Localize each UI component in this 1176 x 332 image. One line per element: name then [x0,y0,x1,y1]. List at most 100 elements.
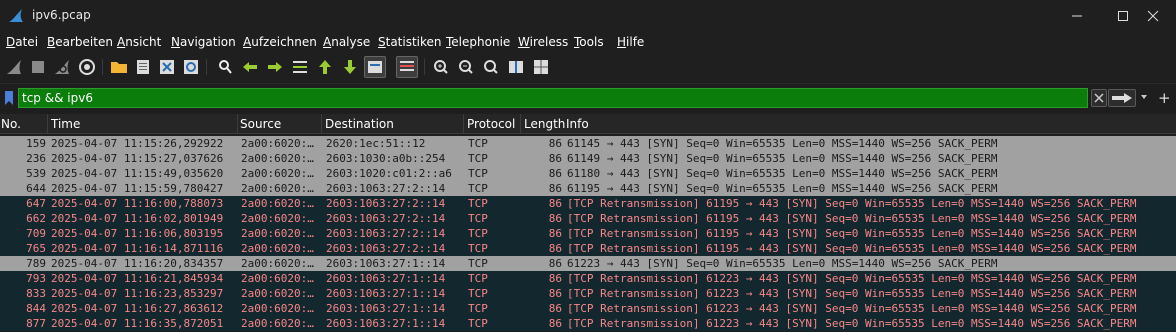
packet-time-cell: 2025-04-07 11:16:23,853297 [51,287,224,300]
packet-info-cell: [TCP Retransmission] 61195 → 443 [SYN] S… [567,227,1137,240]
bookmark-icon[interactable] [3,90,15,106]
find-packet-icon[interactable] [216,58,234,76]
column-divider[interactable] [237,114,238,134]
packet-dst-cell: 2603:1063:27:1::14 [326,257,446,270]
menu-analyse[interactable]: Analyse [323,35,370,49]
packet-src-cell: 2a00:6020:… [241,257,314,270]
minimize-button[interactable] [1054,0,1100,31]
go-last-packet-icon[interactable] [341,58,359,76]
filter-dropdown-icon[interactable] [1139,89,1151,107]
packet-row[interactable]: 709 2025-04-07 11:16:06,803195 2a00:6020:…… [0,226,1176,241]
packet-row[interactable]: 877 2025-04-07 11:16:35,872051 2a00:6020:…… [0,316,1176,331]
packet-dst-cell: 2603:1063:27:2::14 [326,227,446,240]
column-divider[interactable] [47,114,48,134]
menu-bearbeiten[interactable]: Bearbeiten [47,35,113,49]
zoom-normal-icon[interactable] [482,58,500,76]
packet-row[interactable]: 844 2025-04-07 11:16:27,863612 2a00:6020:…… [0,301,1176,316]
autoscroll-icon[interactable] [364,56,386,78]
packet-proto-cell: TCP [468,182,488,195]
restart-capture-icon[interactable] [53,58,71,76]
packet-row[interactable]: 833 2025-04-07 11:16:23,853297 2a00:6020:…… [0,286,1176,301]
zoom-out-icon[interactable] [457,58,475,76]
menu-navigation[interactable]: Navigation [171,35,236,49]
packet-time-cell: 2025-04-07 11:15:59,780427 [51,182,224,195]
packet-dst-cell: 2603:1063:27:1::14 [326,317,446,330]
packet-src-cell: 2a00:6020:… [241,302,314,315]
column-divider[interactable] [321,114,322,134]
packet-no-cell: 844 [26,302,46,315]
packet-row[interactable]: 647 2025-04-07 11:16:00,788073 2a00:6020:…… [0,196,1176,211]
packet-dst-cell: 2603:1063:27:2::14 [326,197,446,210]
folder-open-icon[interactable] [110,58,128,76]
packet-time-cell: 2025-04-07 11:16:27,863612 [51,302,224,315]
packet-no-cell: 662 [26,212,46,225]
menu-telephonie[interactable]: Telephonie [446,35,510,49]
resize-columns-icon[interactable] [507,58,525,76]
column-protocol[interactable]: Protocol [467,117,515,131]
go-to-packet-icon[interactable] [291,58,309,76]
packet-no-cell: 833 [26,287,46,300]
column-divider[interactable] [520,114,521,134]
menu-hilfe[interactable]: Hilfe [617,35,644,49]
packet-dst-cell: 2603:1063:27:2::14 [326,182,446,195]
stop-icon[interactable] [29,58,47,76]
packet-row[interactable]: 644 2025-04-07 11:15:59,780427 2a00:6020:…… [0,181,1176,196]
column-divider[interactable] [463,114,464,134]
packet-src-cell: 2a00:6020:… [241,227,314,240]
packet-row[interactable]: 765 2025-04-07 11:16:14,871116 2a00:6020:…… [0,241,1176,256]
packet-row[interactable]: 236 2025-04-07 11:15:27,037626 2a00:6020:…… [0,151,1176,166]
packet-dst-cell: 2603:1020:c01:2::a6 [326,167,452,180]
packet-info-cell: [TCP Retransmission] 61223 → 443 [SYN] S… [567,287,1137,300]
display-filter-input[interactable]: tcp && ipv6 [18,88,1088,108]
menu-tools[interactable]: Tools [574,35,604,49]
packet-no-cell: 647 [26,197,46,210]
column-length[interactable]: Length [524,117,565,131]
menu-datei[interactable]: Datei [6,35,38,49]
column-time[interactable]: Time [51,117,80,131]
colorize-packet-list-icon[interactable] [396,56,418,78]
menu-statistiken[interactable]: Statistiken [378,35,442,49]
packet-info-cell: 61149 → 443 [SYN] Seq=0 Win=65535 Len=0 … [567,152,998,165]
add-filter-button-icon[interactable]: + [1158,89,1171,107]
column-destination[interactable]: Destination [325,117,394,131]
column-source[interactable]: Source [240,117,281,131]
packet-len-cell: 86 [548,227,562,240]
column-info[interactable]: Info [566,117,589,131]
packet-row[interactable]: 662 2025-04-07 11:16:02,801949 2a00:6020:…… [0,211,1176,226]
menu-bar: Datei Bearbeiten Ansicht Navigation Aufz… [0,31,1176,53]
packet-row[interactable]: 793 2025-04-07 11:16:21,845934 2a00:6020:…… [0,271,1176,286]
close-file-icon[interactable] [158,58,176,76]
menu-ansicht[interactable]: Ansicht [117,35,161,49]
packet-dst-cell: 2620:1ec:51::12 [326,137,426,150]
column-no[interactable]: No. [1,117,21,131]
packet-len-cell: 86 [548,242,562,255]
toolbar-separator [424,59,425,75]
back-arrow-icon[interactable] [241,58,259,76]
start-capture-icon[interactable] [5,58,23,76]
packet-row[interactable]: 539 2025-04-07 11:15:49,035620 2a00:6020:…… [0,166,1176,181]
zoom-in-icon[interactable] [432,58,450,76]
packet-row[interactable]: 789 2025-04-07 11:16:20,834357 2a00:6020:…… [0,256,1176,271]
packet-len-cell: 86 [548,272,562,285]
packet-time-cell: 2025-04-07 11:16:20,834357 [51,257,224,270]
forward-arrow-icon[interactable] [266,58,284,76]
main-toolbar [0,53,1176,81]
display-filter-bar: tcp && ipv6 + [0,83,1176,111]
packet-len-cell: 86 [548,287,562,300]
file-icon[interactable] [134,58,152,76]
close-button[interactable] [1130,0,1176,31]
packet-info-cell: [TCP Retransmission] 61223 → 443 [SYN] S… [567,272,1137,285]
packet-time-cell: 2025-04-07 11:16:06,803195 [51,227,224,240]
menu-wireless[interactable]: Wireless [518,35,568,49]
reload-file-icon[interactable] [182,58,200,76]
packet-list: No. Time Source Destination Protocol Len… [0,114,1176,332]
clear-filter-icon[interactable] [1091,89,1107,107]
packet-no-cell: 644 [26,182,46,195]
go-first-packet-icon[interactable] [316,58,334,76]
packet-row[interactable]: 159 2025-04-07 11:15:26,292922 2a00:6020:…… [0,136,1176,151]
apply-filter-arrow-icon[interactable] [1108,89,1136,107]
packet-src-cell: 2a00:6020:… [241,182,314,195]
layout-icon[interactable] [532,58,550,76]
capture-options-gear-icon[interactable] [78,58,96,76]
menu-aufzeichnen[interactable]: Aufzeichnen [243,35,317,49]
